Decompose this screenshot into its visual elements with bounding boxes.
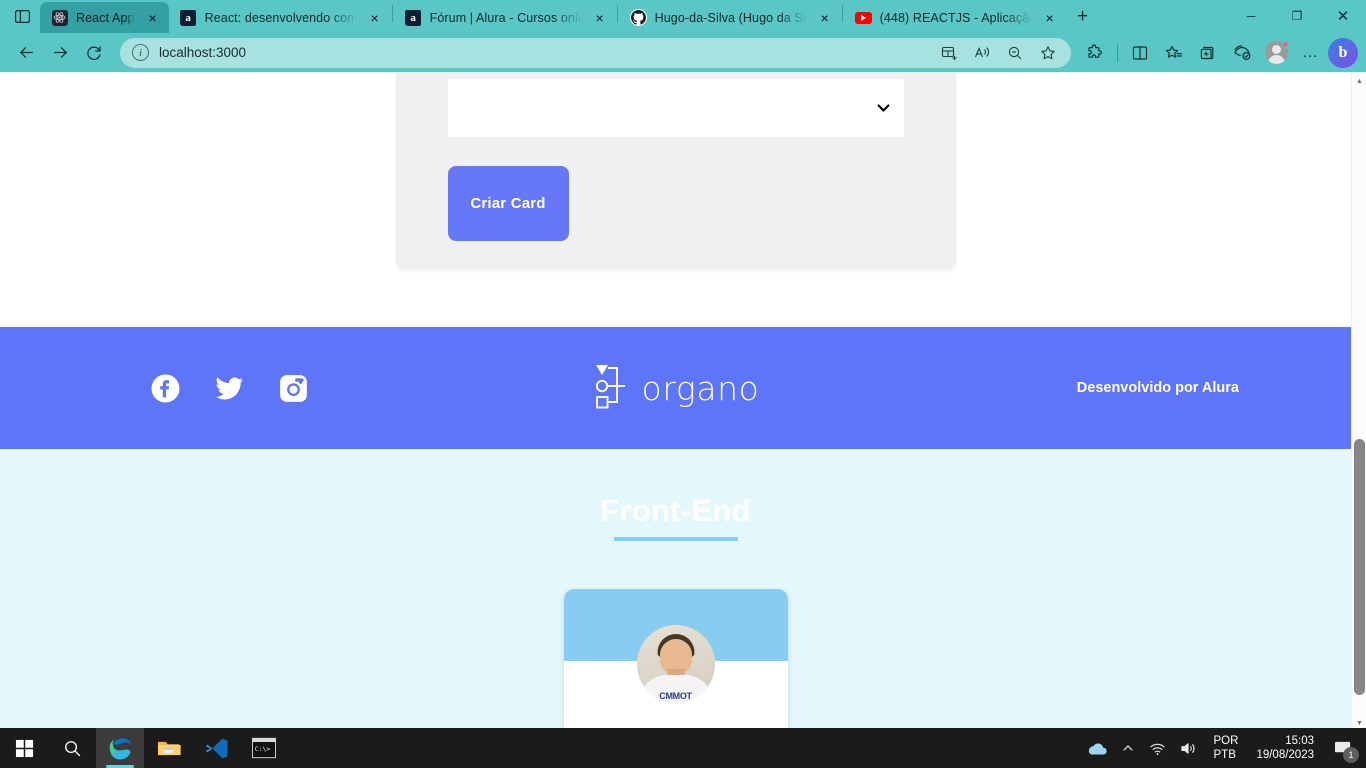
team-select[interactable] bbox=[447, 79, 904, 137]
site-footer: organo Desenvolvido por Alura bbox=[0, 327, 1351, 449]
system-tray: POR PTB 15:03 19/08/2023 1 bbox=[1078, 728, 1366, 768]
browser-tab-github[interactable]: Hugo-da-Silva (Hugo da Silva × bbox=[619, 2, 841, 33]
team-title: Front-End bbox=[600, 493, 751, 528]
show-hidden-icons-button[interactable] bbox=[1114, 728, 1142, 768]
tab-divider bbox=[391, 4, 393, 22]
collections-icon[interactable] bbox=[1192, 37, 1224, 69]
tab-title: (448) REACTJS - Aplicação de bbox=[879, 10, 1032, 25]
browser-chrome: React App × a React: desenvolvendo com J… bbox=[0, 0, 1366, 72]
onedrive-icon[interactable] bbox=[1078, 728, 1114, 768]
profile-notification-dot bbox=[1282, 40, 1289, 48]
clock-date: 19/08/2023 bbox=[1256, 749, 1314, 761]
browser-toolbar: i localhost:3000 … b bbox=[0, 33, 1366, 72]
shirt-text: CMMOT bbox=[659, 691, 692, 701]
extensions-icon[interactable] bbox=[1079, 37, 1111, 69]
zoom-out-icon[interactable] bbox=[1001, 39, 1028, 66]
page-viewport: Criar Card organo Desenvolvido por Alura… bbox=[0, 72, 1366, 732]
youtube-icon bbox=[854, 9, 872, 26]
language-line-1: POR bbox=[1213, 735, 1239, 747]
tab-divider bbox=[841, 4, 843, 22]
taskbar-app-file-explorer[interactable] bbox=[144, 728, 192, 768]
taskbar-app-visual-studio-code[interactable] bbox=[192, 728, 240, 768]
settings-and-more-button[interactable]: … bbox=[1294, 37, 1326, 69]
team-member-card[interactable]: CMMOT bbox=[563, 589, 788, 732]
organo-brand: organo bbox=[592, 359, 760, 418]
tab-close-icon[interactable]: × bbox=[590, 8, 610, 28]
windows-taskbar: C:\> POR PTB 15:03 19/08/2023 1 bbox=[0, 728, 1366, 768]
window-caption-buttons: ─ ❐ ✕ bbox=[1228, 0, 1366, 33]
team-section-front-end: Front-End CMMOT bbox=[0, 449, 1351, 732]
new-tab-button[interactable]: + bbox=[1066, 2, 1100, 32]
language-indicator[interactable]: POR PTB bbox=[1204, 728, 1247, 768]
organo-app: Criar Card organo Desenvolvido por Alura… bbox=[0, 72, 1351, 732]
back-icon[interactable] bbox=[10, 37, 42, 69]
taskbar-app-terminal[interactable]: C:\> bbox=[240, 728, 288, 768]
tab-title: Fórum | Alura - Cursos online bbox=[429, 10, 582, 25]
github-icon bbox=[629, 9, 647, 26]
tab-close-icon[interactable]: × bbox=[365, 8, 385, 28]
volume-icon[interactable] bbox=[1173, 728, 1204, 768]
reload-icon[interactable] bbox=[78, 37, 110, 69]
tab-close-icon[interactable]: × bbox=[143, 8, 163, 28]
avatar: CMMOT bbox=[636, 625, 715, 703]
vertical-scrollbar[interactable]: ▲ ▼ bbox=[1351, 72, 1366, 732]
site-info-icon[interactable]: i bbox=[132, 44, 149, 61]
toolbar-divider bbox=[1117, 43, 1118, 62]
browser-tab-forum-alura[interactable]: a Fórum | Alura - Cursos online × bbox=[394, 2, 616, 33]
url-text[interactable]: localhost:3000 bbox=[159, 45, 246, 60]
social-links bbox=[150, 373, 309, 404]
favorites-icon[interactable] bbox=[1158, 37, 1190, 69]
organo-brand-name: organo bbox=[641, 368, 760, 408]
start-button[interactable] bbox=[0, 728, 48, 768]
notification-center-button[interactable]: 1 bbox=[1324, 728, 1362, 768]
favorite-star-icon[interactable] bbox=[1034, 39, 1061, 66]
tab-divider bbox=[616, 4, 618, 22]
tab-title: React: desenvolvendo com Ja bbox=[204, 10, 357, 25]
copilot-icon[interactable]: b bbox=[1328, 37, 1358, 68]
maximize-window-button[interactable]: ❐ bbox=[1274, 0, 1320, 31]
new-card-form: Criar Card bbox=[395, 72, 956, 269]
clock[interactable]: 15:03 19/08/2023 bbox=[1246, 728, 1324, 768]
browser-essentials-icon[interactable] bbox=[1226, 37, 1258, 69]
split-screen-icon[interactable] bbox=[1124, 37, 1156, 69]
footer-credit: Desenvolvido por Alura bbox=[1076, 380, 1239, 396]
network-icon[interactable] bbox=[1142, 728, 1173, 768]
tab-title: React App bbox=[76, 10, 135, 25]
search-button[interactable] bbox=[48, 728, 96, 768]
scrollbar-thumb[interactable] bbox=[1354, 439, 1365, 695]
tab-close-icon[interactable]: × bbox=[1040, 8, 1060, 28]
team-cards-row: CMMOT bbox=[0, 589, 1351, 732]
notification-count-badge: 1 bbox=[1343, 747, 1359, 763]
language-line-2: PTB bbox=[1213, 749, 1236, 761]
omnibox-actions bbox=[935, 39, 1061, 66]
react-icon bbox=[51, 9, 68, 26]
split-screen-icon[interactable] bbox=[935, 39, 962, 66]
tab-layout-icon[interactable] bbox=[4, 0, 40, 33]
organo-logo-icon bbox=[592, 359, 628, 418]
address-bar[interactable]: i localhost:3000 bbox=[120, 37, 1071, 68]
read-aloud-icon[interactable] bbox=[968, 39, 995, 66]
alura-icon: a bbox=[405, 9, 422, 26]
facebook-icon[interactable] bbox=[150, 373, 181, 404]
criar-card-button[interactable]: Criar Card bbox=[447, 166, 569, 241]
browser-tab-youtube[interactable]: (448) REACTJS - Aplicação de × bbox=[844, 2, 1066, 33]
browser-tab-react-app[interactable]: React App × bbox=[40, 2, 169, 33]
browser-tab-react-curso[interactable]: a React: desenvolvendo com Ja × bbox=[169, 2, 391, 33]
minimize-window-button[interactable]: ─ bbox=[1228, 0, 1274, 31]
scroll-up-arrow[interactable]: ▲ bbox=[1352, 73, 1366, 89]
team-title-underline bbox=[613, 537, 738, 541]
clock-time: 15:03 bbox=[1285, 735, 1314, 747]
chevron-down-icon bbox=[877, 102, 890, 115]
profile-avatar[interactable] bbox=[1260, 37, 1292, 69]
instagram-icon[interactable] bbox=[278, 373, 309, 404]
alura-icon: a bbox=[180, 9, 197, 26]
forward-icon[interactable] bbox=[44, 37, 76, 69]
close-window-button[interactable]: ✕ bbox=[1320, 0, 1366, 31]
tab-close-icon[interactable]: × bbox=[815, 8, 835, 28]
tab-strip: React App × a React: desenvolvendo com J… bbox=[0, 0, 1366, 33]
svg-text:C:\>: C:\> bbox=[255, 745, 271, 753]
twitter-icon[interactable] bbox=[214, 373, 245, 404]
taskbar-app-microsoft-edge[interactable] bbox=[96, 728, 144, 768]
tab-title: Hugo-da-Silva (Hugo da Silva bbox=[654, 10, 807, 25]
